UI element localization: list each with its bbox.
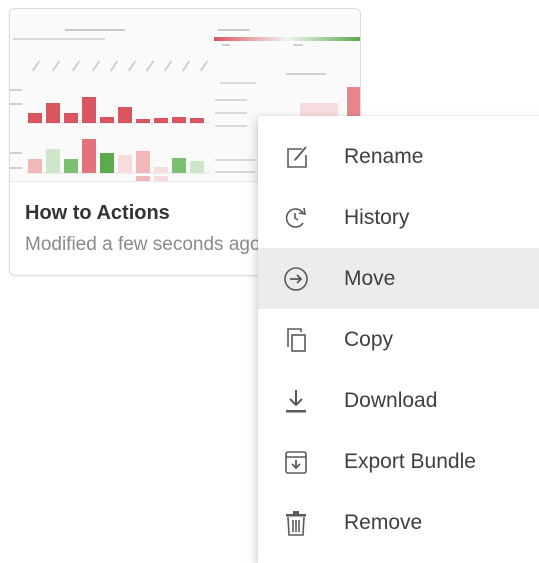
copy-icon bbox=[287, 328, 306, 352]
workbook-title[interactable]: How to Actions bbox=[25, 202, 170, 225]
workbook-modified-time: Modified a few seconds ago bbox=[25, 234, 261, 255]
menu-item-remove[interactable]: Remove bbox=[258, 492, 539, 553]
history-icon bbox=[285, 207, 306, 228]
menu-item-history[interactable]: History bbox=[258, 187, 539, 248]
export-bundle-icon bbox=[285, 451, 307, 474]
menu-item-export-bundle[interactable]: Export Bundle bbox=[258, 431, 539, 492]
menu-item-rename[interactable]: Rename bbox=[258, 126, 539, 187]
trash-icon bbox=[286, 511, 306, 536]
menu-item-label: Remove bbox=[344, 511, 423, 534]
edit-icon bbox=[287, 146, 307, 168]
context-menu: Rename History Move Copy Download Export… bbox=[258, 116, 539, 563]
menu-item-label: Rename bbox=[344, 145, 424, 168]
menu-item-copy[interactable]: Copy bbox=[258, 309, 539, 370]
menu-item-label: Copy bbox=[344, 328, 394, 351]
download-icon bbox=[286, 390, 306, 413]
menu-item-label: Download bbox=[344, 389, 438, 412]
menu-item-download[interactable]: Download bbox=[258, 370, 539, 431]
menu-item-label: Export Bundle bbox=[344, 450, 476, 473]
workspace: How to Actions Modified a few seconds ag… bbox=[0, 0, 539, 563]
menu-item-label: History bbox=[344, 206, 410, 229]
move-icon bbox=[284, 267, 308, 291]
menu-item-move[interactable]: Move bbox=[258, 248, 539, 309]
menu-item-label: Move bbox=[344, 267, 396, 290]
